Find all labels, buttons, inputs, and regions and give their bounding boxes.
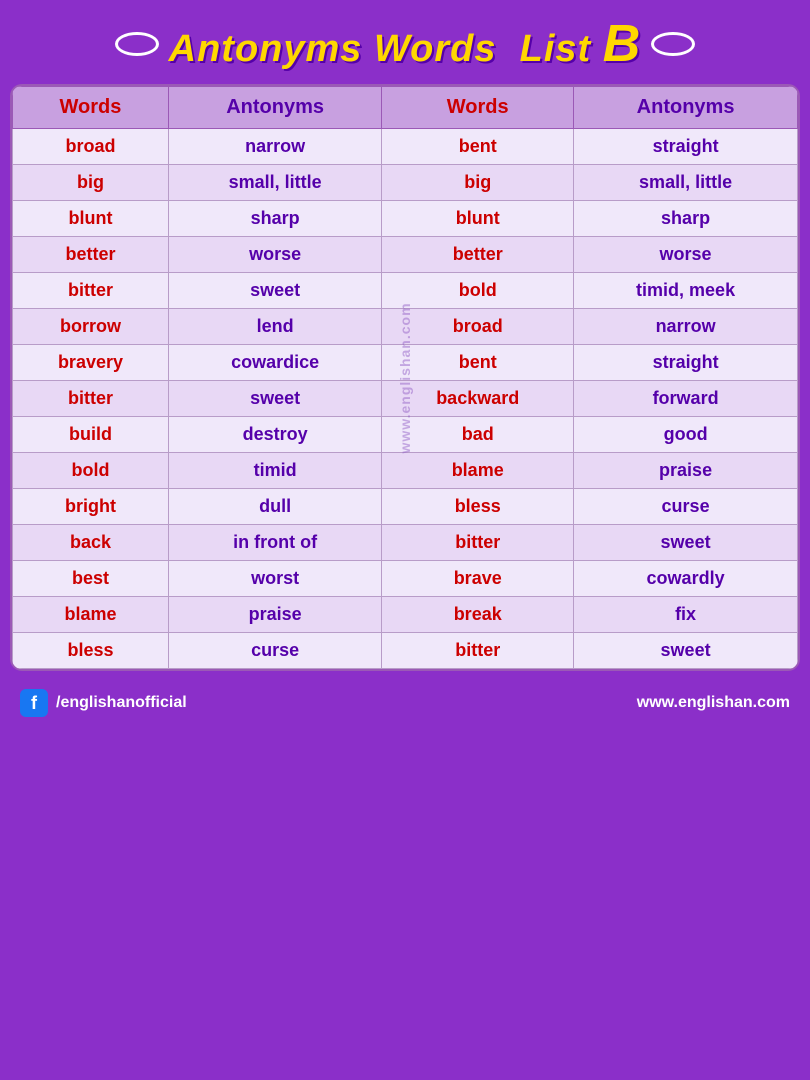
table-row: bluntsharpbluntsharp bbox=[13, 201, 798, 237]
word-cell: blame bbox=[13, 597, 169, 633]
word-cell: bold bbox=[13, 453, 169, 489]
word-cell: bitter bbox=[382, 525, 574, 561]
antonym-cell: timid bbox=[168, 453, 381, 489]
antonym-cell: fix bbox=[574, 597, 798, 633]
word-cell: big bbox=[382, 165, 574, 201]
table-row: bigsmall, littlebigsmall, little bbox=[13, 165, 798, 201]
word-cell: borrow bbox=[13, 309, 169, 345]
table-container: www.englishan.com Words Antonyms Words A… bbox=[10, 84, 800, 671]
antonym-cell: cowardice bbox=[168, 345, 381, 381]
title-letter: B bbox=[603, 15, 642, 73]
table-row: betterworsebetterworse bbox=[13, 237, 798, 273]
footer-left: f /englishanofficial bbox=[20, 689, 187, 717]
word-cell: bent bbox=[382, 129, 574, 165]
word-cell: bless bbox=[13, 633, 169, 669]
antonym-cell: in front of bbox=[168, 525, 381, 561]
word-cell: bitter bbox=[13, 273, 169, 309]
table-row: braverycowardicebentstraight bbox=[13, 345, 798, 381]
left-oval bbox=[115, 32, 159, 56]
antonym-cell: sweet bbox=[574, 633, 798, 669]
word-cell: broad bbox=[13, 129, 169, 165]
antonym-cell: sharp bbox=[168, 201, 381, 237]
antonym-cell: praise bbox=[574, 453, 798, 489]
word-cell: bitter bbox=[13, 381, 169, 417]
table-row: blesscursebittersweet bbox=[13, 633, 798, 669]
table-row: blamepraisebreakfix bbox=[13, 597, 798, 633]
title-bar: Antonyms Words List B bbox=[0, 0, 810, 84]
word-cell: blunt bbox=[13, 201, 169, 237]
antonym-cell: small, little bbox=[574, 165, 798, 201]
word-cell: big bbox=[13, 165, 169, 201]
footer: f /englishanofficial www.englishan.com bbox=[0, 679, 810, 727]
antonyms-table: Words Antonyms Words Antonyms broadnarro… bbox=[12, 86, 798, 669]
table-header-row: Words Antonyms Words Antonyms bbox=[13, 87, 798, 129]
antonym-cell: forward bbox=[574, 381, 798, 417]
antonym-cell: narrow bbox=[168, 129, 381, 165]
antonym-cell: small, little bbox=[168, 165, 381, 201]
table-row: borrowlendbroadnarrow bbox=[13, 309, 798, 345]
antonym-cell: dull bbox=[168, 489, 381, 525]
antonym-cell: sharp bbox=[574, 201, 798, 237]
antonym-cell: destroy bbox=[168, 417, 381, 453]
word-cell: broad bbox=[382, 309, 574, 345]
antonym-cell: worse bbox=[168, 237, 381, 273]
antonym-cell: worst bbox=[168, 561, 381, 597]
word-cell: bitter bbox=[382, 633, 574, 669]
word-cell: back bbox=[13, 525, 169, 561]
table-row: bittersweetbackwardforward bbox=[13, 381, 798, 417]
word-cell: better bbox=[13, 237, 169, 273]
word-cell: bent bbox=[382, 345, 574, 381]
title-text: Antonyms Words List B bbox=[169, 14, 642, 74]
header-antonyms-2: Antonyms bbox=[574, 87, 798, 129]
antonym-cell: timid, meek bbox=[574, 273, 798, 309]
word-cell: break bbox=[382, 597, 574, 633]
antonym-cell: worse bbox=[574, 237, 798, 273]
antonym-cell: praise bbox=[168, 597, 381, 633]
word-cell: bravery bbox=[13, 345, 169, 381]
table-row: brightdullblesscurse bbox=[13, 489, 798, 525]
antonym-cell: curse bbox=[574, 489, 798, 525]
word-cell: bless bbox=[382, 489, 574, 525]
antonym-cell: cowardly bbox=[574, 561, 798, 597]
antonym-cell: curse bbox=[168, 633, 381, 669]
header-words-2: Words bbox=[382, 87, 574, 129]
header-antonyms-1: Antonyms bbox=[168, 87, 381, 129]
facebook-handle: /englishanofficial bbox=[56, 694, 187, 712]
antonym-cell: straight bbox=[574, 129, 798, 165]
table-row: broadnarrowbentstraight bbox=[13, 129, 798, 165]
word-cell: blame bbox=[382, 453, 574, 489]
table-row: backin front ofbittersweet bbox=[13, 525, 798, 561]
word-cell: backward bbox=[382, 381, 574, 417]
word-cell: blunt bbox=[382, 201, 574, 237]
antonym-cell: good bbox=[574, 417, 798, 453]
table-row: boldtimidblamepraise bbox=[13, 453, 798, 489]
word-cell: better bbox=[382, 237, 574, 273]
antonym-cell: narrow bbox=[574, 309, 798, 345]
word-cell: best bbox=[13, 561, 169, 597]
antonym-cell: sweet bbox=[574, 525, 798, 561]
right-oval bbox=[651, 32, 695, 56]
antonym-cell: lend bbox=[168, 309, 381, 345]
facebook-icon: f bbox=[20, 689, 48, 717]
word-cell: bad bbox=[382, 417, 574, 453]
antonym-cell: sweet bbox=[168, 381, 381, 417]
footer-website: www.englishan.com bbox=[637, 694, 790, 712]
word-cell: bright bbox=[13, 489, 169, 525]
word-cell: build bbox=[13, 417, 169, 453]
word-cell: bold bbox=[382, 273, 574, 309]
table-row: bestworstbravecowardly bbox=[13, 561, 798, 597]
antonym-cell: straight bbox=[574, 345, 798, 381]
header-words-1: Words bbox=[13, 87, 169, 129]
table-row: builddestroybadgood bbox=[13, 417, 798, 453]
table-row: bittersweetboldtimid, meek bbox=[13, 273, 798, 309]
word-cell: brave bbox=[382, 561, 574, 597]
antonym-cell: sweet bbox=[168, 273, 381, 309]
